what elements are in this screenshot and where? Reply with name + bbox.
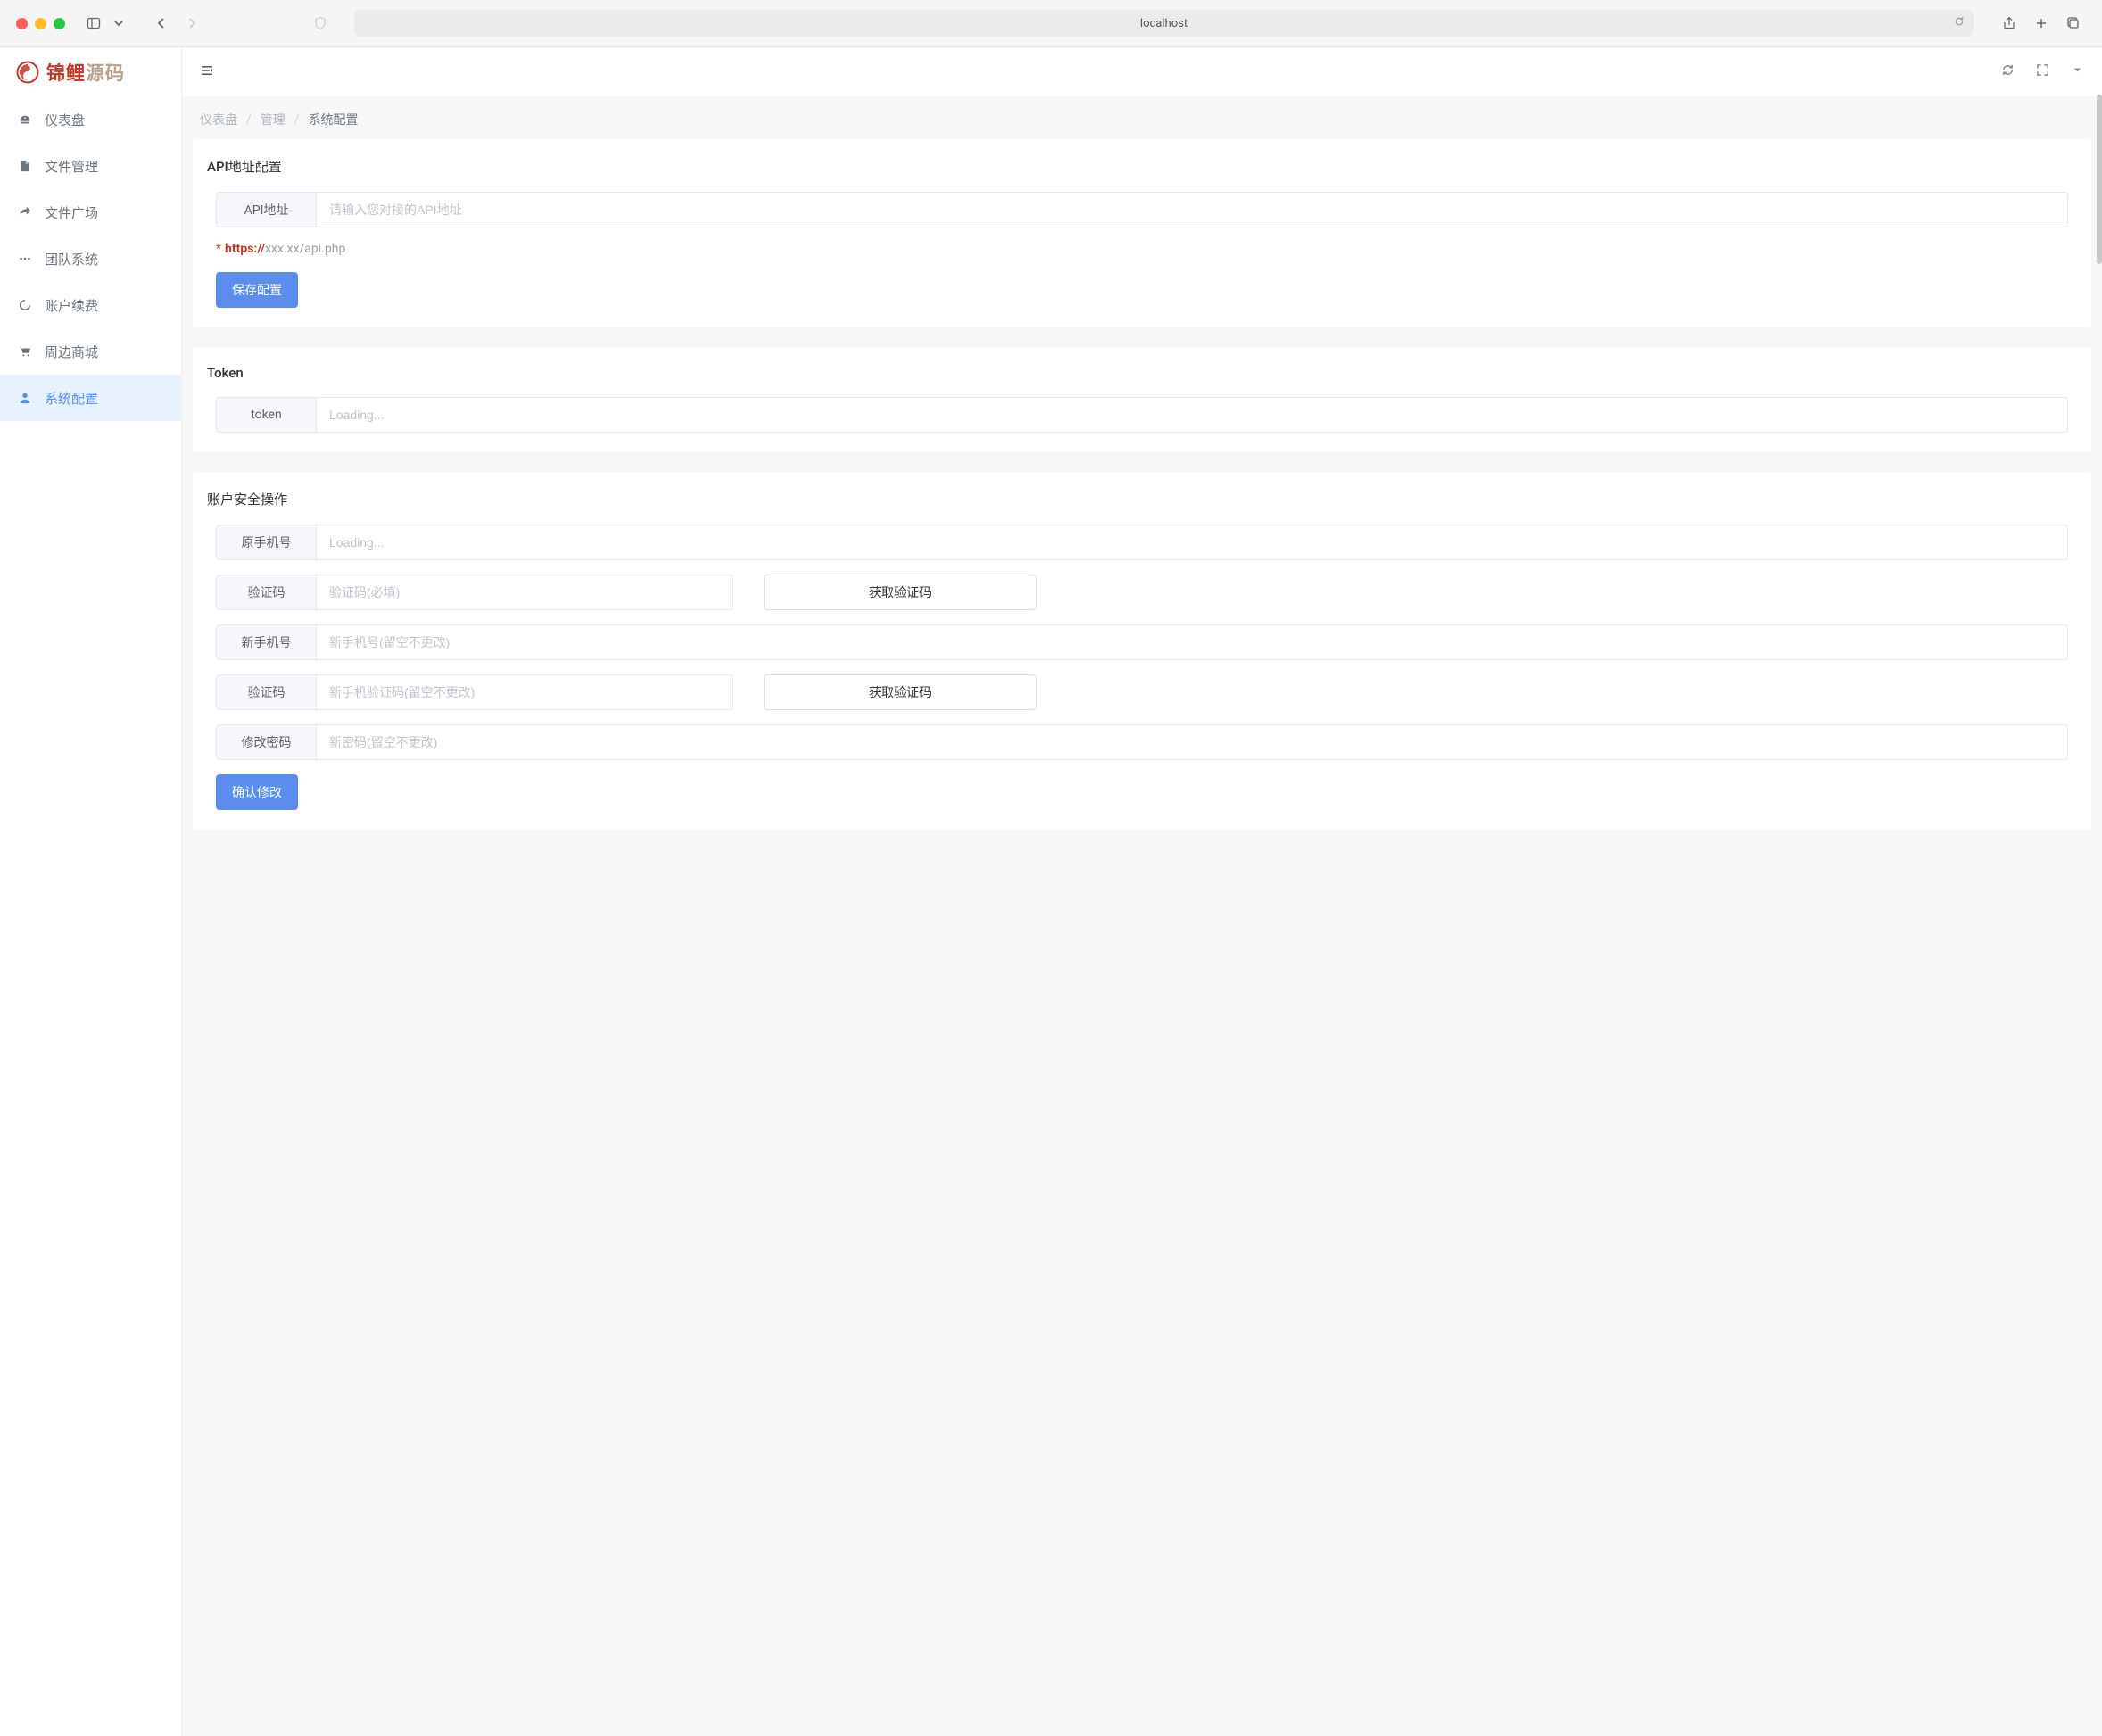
main: 仪表盘 / 管理 / 系统配置 API地址配置 API地址 * https://x…	[182, 47, 2102, 1736]
share-arrow-icon	[18, 206, 32, 219]
sidebar-item-label: 仪表盘	[45, 111, 85, 129]
get-code-button-2[interactable]: 获取验证码	[764, 674, 1037, 710]
new-tab-icon[interactable]	[2029, 11, 2054, 36]
browser-chrome: localhost	[0, 0, 2102, 47]
input-addon: 验证码	[217, 575, 317, 609]
user-icon	[18, 392, 32, 404]
sidebar-item-label: 团队系统	[45, 250, 98, 269]
dashboard-icon	[18, 113, 32, 126]
old-phone-input[interactable]	[317, 525, 2067, 559]
window-maximize-button[interactable]	[54, 18, 65, 29]
sidebar-item-shop[interactable]: 周边商城	[0, 328, 181, 375]
brand-name: 锦鲤源码	[46, 59, 125, 86]
card-security: 账户安全操作 原手机号 验证码 获取验证码 新手机号	[193, 472, 2091, 830]
new-password-input[interactable]	[317, 725, 2067, 759]
verify-code-input[interactable]	[317, 575, 732, 609]
collapse-sidebar-button[interactable]	[200, 63, 214, 81]
input-group-new-phone: 新手机号	[216, 624, 2068, 660]
card-title: API地址配置	[207, 157, 2077, 176]
api-hint: * https://xxx.xx/api.php	[216, 242, 2068, 256]
sidebar-item-label: 周边商城	[45, 343, 98, 361]
brand-logo-icon	[16, 61, 39, 84]
window-minimize-button[interactable]	[35, 18, 46, 29]
input-row-code1: 验证码 获取验证码	[216, 575, 2068, 610]
reload-icon[interactable]	[1954, 15, 1965, 31]
url-bar[interactable]: localhost	[354, 10, 1974, 37]
hint-star: *	[216, 242, 221, 256]
breadcrumb-item-current: 系统配置	[309, 111, 359, 128]
tabs-icon[interactable]	[2061, 11, 2086, 36]
brand-logo[interactable]: 锦鲤源码	[0, 47, 181, 96]
input-group-token: token	[216, 397, 2068, 433]
browser-forward-button	[179, 11, 204, 36]
card-title: 账户安全操作	[207, 490, 2077, 508]
input-addon: 新手机号	[217, 625, 317, 659]
breadcrumb-separator: /	[294, 112, 300, 127]
input-group-code1: 验证码	[216, 575, 733, 610]
breadcrumb-separator: /	[246, 112, 252, 127]
scroll-thumb[interactable]	[2097, 95, 2102, 264]
app: 锦鲤源码 仪表盘 文件管理 文件广场 团队系统 账户续费 周边商城 系统配置	[0, 47, 2102, 1736]
input-row-code2: 验证码 获取验证码	[216, 674, 2068, 710]
shield-icon[interactable]	[308, 11, 333, 36]
sidebar-item-label: 账户续费	[45, 296, 98, 315]
traffic-lights	[16, 18, 65, 29]
ellipsis-icon	[18, 252, 32, 265]
cart-icon	[18, 345, 32, 358]
sidebar-item-label: 文件广场	[45, 203, 98, 222]
sidebar-item-dashboard[interactable]: 仪表盘	[0, 96, 181, 143]
input-group-old-phone: 原手机号	[216, 525, 2068, 560]
new-phone-verify-code-input[interactable]	[317, 675, 732, 709]
breadcrumb-bar: 仪表盘 / 管理 / 系统配置	[182, 96, 2102, 128]
input-addon: 验证码	[217, 675, 317, 709]
spinner-icon	[18, 299, 32, 311]
new-phone-input[interactable]	[317, 625, 2067, 659]
breadcrumb: 仪表盘 / 管理 / 系统配置	[200, 111, 2084, 128]
input-group-password: 修改密码	[216, 724, 2068, 760]
sidebar: 锦鲤源码 仪表盘 文件管理 文件广场 团队系统 账户续费 周边商城 系统配置	[0, 47, 182, 1736]
sidebar-item-files[interactable]: 文件管理	[0, 143, 181, 189]
browser-sidebar-button[interactable]	[81, 11, 106, 36]
fullscreen-icon[interactable]	[2036, 63, 2049, 80]
dropdown-caret-icon[interactable]	[2071, 63, 2084, 80]
refresh-icon[interactable]	[2001, 63, 2015, 80]
token-input[interactable]	[317, 398, 2067, 432]
input-addon: 原手机号	[217, 525, 317, 559]
content: API地址配置 API地址 * https://xxx.xx/api.php 保存…	[182, 128, 2102, 1736]
sidebar-item-label: 文件管理	[45, 157, 98, 176]
input-group-api: API地址	[216, 192, 2068, 227]
sidebar-item-label: 系统配置	[45, 389, 98, 408]
file-icon	[18, 160, 32, 172]
get-code-button[interactable]: 获取验证码	[764, 575, 1037, 610]
url-text: localhost	[1140, 17, 1188, 30]
sidebar-item-team[interactable]: 团队系统	[0, 236, 181, 282]
sidebar-item-settings[interactable]: 系统配置	[0, 375, 181, 421]
browser-back-button[interactable]	[149, 11, 174, 36]
chevron-down-icon[interactable]	[106, 11, 131, 36]
input-addon: API地址	[217, 193, 317, 227]
hint-url-rest: xxx.xx/api.php	[265, 242, 345, 256]
top-header	[182, 47, 2102, 96]
hint-protocol: https://	[225, 242, 265, 256]
input-group-code2: 验证码	[216, 674, 733, 710]
api-url-input[interactable]	[317, 193, 2067, 227]
save-config-button[interactable]: 保存配置	[216, 272, 298, 308]
confirm-modify-button[interactable]: 确认修改	[216, 774, 298, 810]
sidebar-item-file-plaza[interactable]: 文件广场	[0, 189, 181, 236]
window-close-button[interactable]	[16, 18, 28, 29]
breadcrumb-item[interactable]: 仪表盘	[200, 111, 237, 128]
input-addon: token	[217, 398, 317, 432]
card-api: API地址配置 API地址 * https://xxx.xx/api.php 保存…	[193, 139, 2091, 327]
share-icon[interactable]	[1997, 11, 2022, 36]
card-title: Token	[207, 365, 2077, 381]
breadcrumb-item[interactable]: 管理	[261, 111, 286, 128]
card-token: Token token	[193, 347, 2091, 452]
input-addon: 修改密码	[217, 725, 317, 759]
sidebar-item-renew[interactable]: 账户续费	[0, 282, 181, 328]
page-scrollbar[interactable]	[2097, 95, 2102, 1736]
